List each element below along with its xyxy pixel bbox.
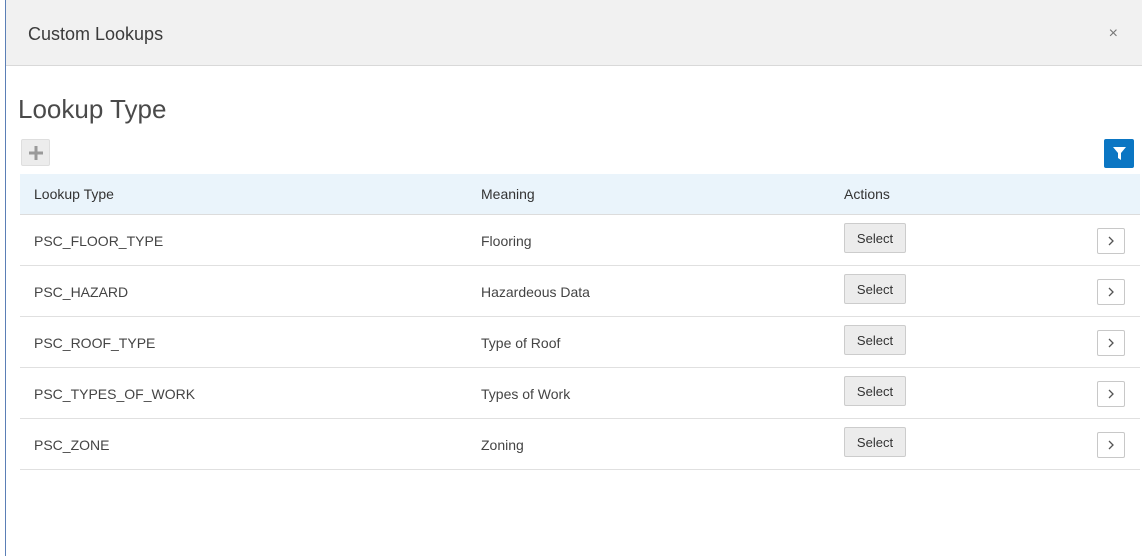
select-button[interactable]: Select	[844, 427, 906, 457]
row-detail-button[interactable]	[1097, 432, 1125, 458]
filter-icon	[1112, 147, 1126, 160]
table-row[interactable]: PSC_ZONE Zoning Select	[20, 419, 1140, 470]
add-lookup-type-button[interactable]	[21, 139, 50, 166]
table-header: Lookup Type Meaning Actions	[20, 174, 1140, 215]
column-header-meaning[interactable]: Meaning	[481, 186, 535, 202]
dialog-header: Custom Lookups ×	[6, 0, 1142, 66]
column-header-lookup-type[interactable]: Lookup Type	[34, 186, 114, 202]
plus-icon	[28, 145, 43, 160]
close-icon[interactable]: ×	[1109, 24, 1118, 44]
chevron-right-icon	[1108, 440, 1114, 450]
select-button[interactable]: Select	[844, 223, 906, 253]
row-detail-button[interactable]	[1097, 279, 1125, 305]
table-row[interactable]: PSC_ROOF_TYPE Type of Roof Select	[20, 317, 1140, 368]
meaning-cell: Hazardeous Data	[481, 284, 590, 300]
lookup-type-table: Lookup Type Meaning Actions PSC_FLOOR_TY…	[20, 174, 1140, 470]
meaning-cell: Types of Work	[481, 386, 571, 402]
table-row[interactable]: PSC_TYPES_OF_WORK Types of Work Select	[20, 368, 1140, 419]
lookup-type-cell: PSC_ZONE	[34, 437, 110, 453]
chevron-right-icon	[1108, 236, 1114, 246]
lookup-type-cell: PSC_HAZARD	[34, 284, 129, 300]
row-detail-button[interactable]	[1097, 228, 1125, 254]
chevron-right-icon	[1108, 338, 1114, 348]
meaning-cell: Type of Roof	[481, 335, 561, 351]
column-header-actions: Actions	[844, 186, 890, 202]
meaning-cell: Zoning	[481, 437, 524, 453]
filter-button[interactable]	[1104, 139, 1134, 168]
meaning-cell: Flooring	[481, 233, 532, 249]
chevron-right-icon	[1108, 389, 1114, 399]
chevron-right-icon	[1108, 287, 1114, 297]
page-title: Lookup Type	[18, 94, 167, 124]
lookup-type-cell: PSC_ROOF_TYPE	[34, 335, 156, 351]
lookup-type-cell: PSC_FLOOR_TYPE	[34, 233, 164, 249]
select-button[interactable]: Select	[844, 274, 906, 304]
row-detail-button[interactable]	[1097, 381, 1125, 407]
select-button[interactable]: Select	[844, 376, 906, 406]
custom-lookups-dialog: Custom Lookups × Lookup Type Lookup Type…	[6, 0, 1142, 556]
dialog-title: Custom Lookups	[28, 24, 164, 44]
row-detail-button[interactable]	[1097, 330, 1125, 356]
lookup-type-cell: PSC_TYPES_OF_WORK	[34, 386, 196, 402]
table-row[interactable]: PSC_HAZARD Hazardeous Data Select	[20, 266, 1140, 317]
select-button[interactable]: Select	[844, 325, 906, 355]
table-row[interactable]: PSC_FLOOR_TYPE Flooring Select	[20, 215, 1140, 266]
